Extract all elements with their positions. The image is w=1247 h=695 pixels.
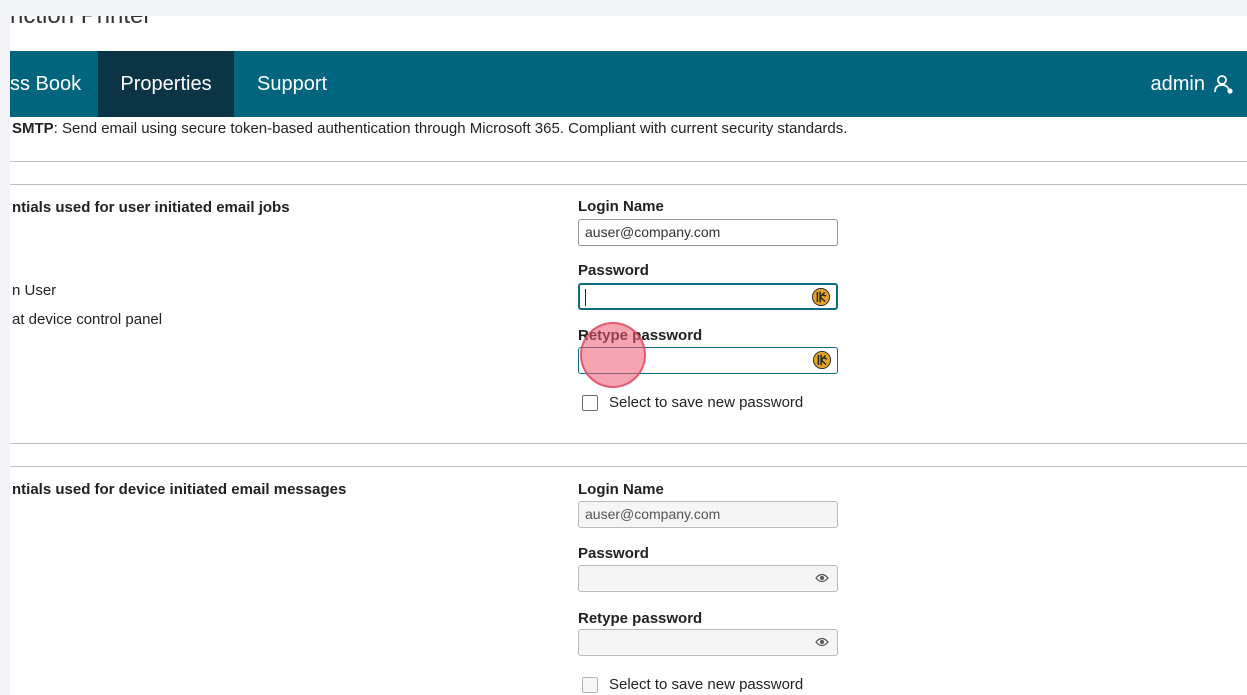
content-panel: SMTP: Send email using secure token-base… [10,117,1247,695]
device-password-label: Password [578,545,649,562]
save-password-label: Select to save new password [609,394,804,411]
password-manager-icon[interactable] [813,351,831,369]
user-section-title: ntials used for user initiated email job… [12,199,290,216]
save-password-row[interactable]: Select to save new password [582,394,803,411]
user-option-signin: n User [12,282,57,299]
section-divider [10,161,1247,162]
login-name-label: Login Name [578,198,664,215]
device-save-password-checkbox[interactable] [582,676,598,693]
smtp-text: : Send email using secure token-based au… [53,120,848,137]
eye-icon[interactable] [815,636,829,648]
login-name-input[interactable]: auser@company.com [578,219,838,246]
password-manager-icon[interactable] [812,288,830,306]
password-label: Password [578,262,649,279]
nav-tab-label: Support [257,73,328,95]
section-divider [10,184,1247,185]
device-retype-password-label: Retype password [578,610,703,627]
nav-tab-label: ss Book [10,73,82,95]
save-password-checkbox[interactable] [582,394,598,411]
device-login-name-value: auser@company.com [585,506,721,522]
nav-tab-label: Properties [120,73,212,95]
device-login-name-input[interactable]: auser@company.com [578,501,838,528]
device-save-password-label: Select to save new password [609,676,804,693]
retype-password-label: Retype password [578,327,703,344]
user-menu[interactable]: admin [1151,51,1235,117]
window-title: nction Printer [10,16,151,30]
user-icon [1214,75,1233,94]
nav-tab-address-book[interactable]: ss Book [10,51,98,117]
retype-password-input[interactable] [578,347,838,374]
top-nav-bar: ss Book Properties Support admin [10,51,1247,117]
title-bar: nction Printer [10,16,1247,51]
section-divider [10,443,1247,444]
eye-icon[interactable] [815,572,829,584]
smtp-label: SMTP [12,120,54,137]
smtp-description: SMTP: Send email using secure token-base… [12,120,847,137]
section-divider [10,466,1247,467]
nav-tab-support[interactable]: Support [257,51,327,117]
device-retype-password-input[interactable] [578,629,838,656]
login-name-value: auser@company.com [585,224,721,240]
device-login-name-label: Login Name [578,481,664,498]
user-name: admin [1150,73,1205,95]
user-option-control-panel: at device control panel [12,311,163,328]
device-section-title: ntials used for device initiated email m… [12,481,347,498]
text-caret [585,289,586,306]
password-input[interactable] [578,283,838,310]
device-save-password-row[interactable]: Select to save new password [582,676,803,693]
nav-tab-properties[interactable]: Properties [98,51,234,117]
device-password-input[interactable] [578,565,838,592]
